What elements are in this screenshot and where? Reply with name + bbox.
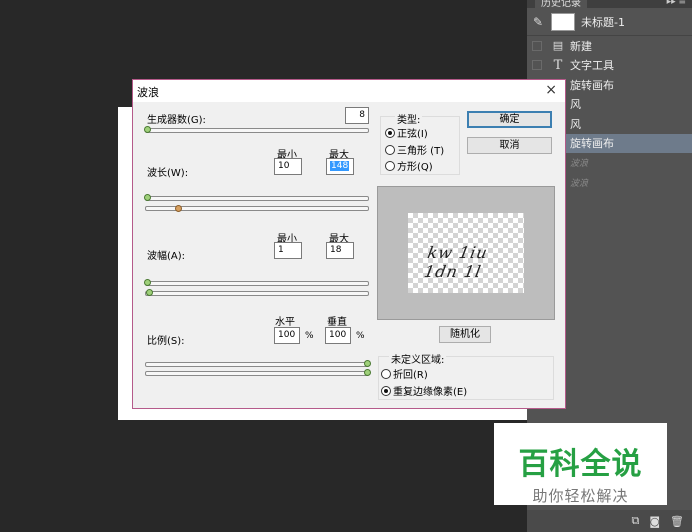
history-item-label: 波浪 (570, 159, 589, 170)
randomize-button[interactable]: 随机化 (439, 326, 491, 343)
dialog-title: 波浪 (137, 86, 159, 99)
radio-label: 方形(Q) (397, 162, 433, 173)
scale-vertical-input[interactable]: 100 (325, 327, 351, 344)
undefined-areas-label: 未定义区域: (389, 351, 447, 366)
history-item-label: 旋转画布 (570, 137, 614, 151)
wavelength-min-slider-track[interactable] (145, 196, 369, 201)
history-item-label: 文字工具 (570, 59, 614, 73)
amplitude-label: 波幅(A): (147, 251, 186, 262)
scale-vertical-slider-track[interactable] (145, 371, 369, 376)
history-item-type-tool[interactable]: T 文字工具 (527, 56, 692, 76)
generators-label: 生成器数(G): (147, 115, 206, 126)
radio-dot (385, 160, 395, 171)
document-icon: ▤ (552, 39, 564, 53)
snapshot-thumbnail (551, 12, 575, 31)
generators-slider-track[interactable] (145, 128, 369, 133)
amplitude-max-slider-thumb[interactable] (146, 289, 153, 296)
preview-transparency: kw 1iu 1dn 1l (408, 213, 524, 293)
history-item-label: 风 (570, 98, 581, 112)
wavelength-min-input[interactable]: 10 (274, 158, 302, 175)
amplitude-min-slider-thumb[interactable] (144, 279, 151, 286)
history-tab-label: 历史记录 (535, 0, 587, 8)
scale-vertical-slider-thumb[interactable] (364, 369, 371, 376)
radio-label: 三角形 (T) (397, 146, 445, 157)
type-square-radio[interactable]: 方形(Q) (385, 158, 433, 173)
amplitude-min-input[interactable]: 1 (274, 242, 302, 259)
history-item-new[interactable]: ▤ 新建 (527, 36, 692, 56)
wavelength-min-slider-thumb[interactable] (144, 194, 151, 201)
history-item-label: 旋转画布 (570, 78, 614, 92)
trash-icon[interactable]: 🗑 (670, 515, 684, 528)
amplitude-max-input[interactable]: 18 (326, 242, 354, 259)
scale-label: 比例(S): (147, 336, 185, 347)
generators-slider-thumb[interactable] (144, 126, 151, 133)
wavelength-max-input[interactable]: 148 (326, 158, 354, 175)
history-checkbox[interactable] (532, 60, 542, 71)
type-tool-icon: T (553, 57, 563, 73)
history-item-label: 波浪 (570, 178, 589, 189)
preview-distorted-text: kw 1iu 1dn 1l (422, 243, 490, 281)
scale-horizontal-slider-track[interactable] (145, 362, 369, 367)
radio-dot (381, 385, 391, 396)
scale-horizontal-percent: % (305, 331, 314, 341)
history-snapshot[interactable]: ✎ 未标题-1 (527, 8, 692, 36)
camera-icon[interactable]: ◙ (649, 515, 660, 528)
repeat-edge-pixels-radio[interactable]: 重复边缘像素(E) (381, 383, 467, 398)
preview-area: kw 1iu 1dn 1l (377, 186, 555, 320)
snapshot-label: 未标题-1 (581, 15, 625, 29)
amplitude-min-slider-track[interactable] (145, 281, 369, 286)
type-group-label: 类型: (395, 111, 423, 126)
scale-horizontal-slider-thumb[interactable] (364, 360, 371, 367)
type-sine-radio[interactable]: 正弦(I) (385, 125, 428, 140)
watermark-title: 百科全说 (518, 447, 643, 482)
radio-dot (385, 144, 395, 155)
double-arrow-menu-icon[interactable]: ▸▸ ≡ (667, 0, 686, 7)
scale-vertical-percent: % (356, 331, 365, 341)
wave-dialog: 波浪 × 生成器数(G): 8 最小 最大 波长(W): 10 148 最小 最… (132, 79, 566, 409)
radio-dot (381, 368, 391, 379)
generators-input[interactable]: 8 (345, 107, 369, 124)
history-panel-footer: ⧉ ◙ 🗑 (527, 510, 692, 532)
type-triangle-radio[interactable]: 三角形 (T) (385, 142, 444, 157)
history-checkbox[interactable] (532, 40, 542, 51)
scale-horizontal-input[interactable]: 100 (274, 327, 300, 344)
amplitude-max-slider-track[interactable] (145, 291, 369, 296)
history-item-label: 风 (570, 117, 581, 131)
cancel-button[interactable]: 取消 (467, 137, 552, 154)
radio-label: 重复边缘像素(E) (393, 387, 468, 398)
close-icon[interactable]: × (545, 82, 557, 98)
new-document-from-state-icon[interactable]: ⧉ (631, 514, 639, 528)
radio-label: 折回(R) (393, 370, 428, 381)
history-brush-icon[interactable]: ✎ (533, 15, 547, 29)
radio-label: 正弦(I) (397, 129, 428, 140)
wavelength-label: 波长(W): (147, 168, 189, 179)
ok-button[interactable]: 确定 (467, 111, 552, 128)
history-item-label: 新建 (570, 39, 592, 53)
wavelength-max-slider-thumb[interactable] (175, 205, 182, 212)
horizontal-header: 水平 (275, 317, 295, 328)
radio-dot (385, 127, 395, 138)
wrap-around-radio[interactable]: 折回(R) (381, 366, 428, 381)
wavelength-max-selected-text: 148 (330, 161, 350, 171)
watermark-subtitle: 助你轻松解决 (532, 487, 629, 505)
vertical-header: 垂直 (327, 317, 347, 328)
history-panel-tab[interactable]: 历史记录 ▸▸ ≡ (527, 0, 692, 8)
watermark: 百科全说 助你轻松解决 (494, 423, 667, 505)
dialog-titlebar[interactable]: 波浪 × (133, 80, 565, 102)
